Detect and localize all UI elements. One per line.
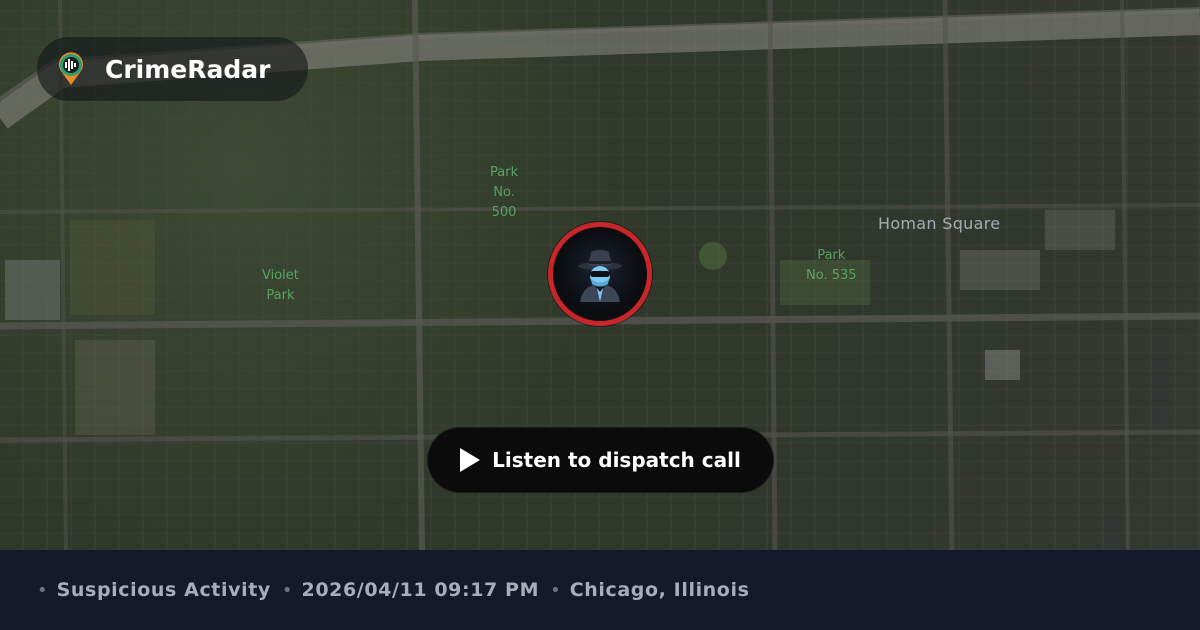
separator-dot: • [37,579,48,601]
map-label-park-535: Park No. 535 [806,248,857,283]
radar-pin-icon [51,49,91,89]
separator-dot: • [281,579,293,601]
play-icon [460,448,481,472]
incident-datetime: 2026/04/11 09:17 PM [301,579,540,601]
incognito-spy-icon [558,232,642,316]
incident-info-bar: • Suspicious Activity • 2026/04/11 09:17… [0,550,1200,630]
brand-pill[interactable]: CrimeRadar [37,37,308,101]
listen-button-label: Listen to dispatch call [492,448,741,472]
incident-marker[interactable] [548,222,652,326]
map-label-homan-square: Homan Square [878,214,1001,233]
separator-dot: • [550,579,561,601]
map-label-park-500: Park No. 500 [490,165,519,220]
incident-location: Chicago, Illinois [569,579,750,601]
map-label-violet-park: Violet Park [262,268,299,303]
listen-dispatch-button[interactable]: Listen to dispatch call [427,427,774,493]
incident-type: Suspicious Activity [56,579,271,601]
app-name: CrimeRadar [105,54,271,84]
